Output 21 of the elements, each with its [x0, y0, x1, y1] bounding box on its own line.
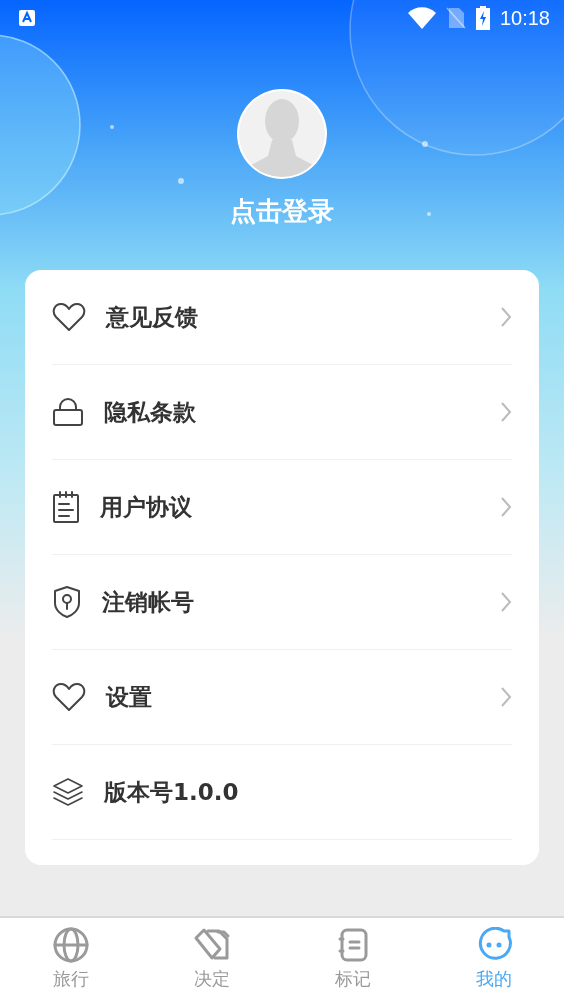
notebook-icon	[336, 927, 369, 963]
menu-item[interactable]: 意见反馈	[106, 301, 480, 333]
menu-item[interactable]: 用户协议	[100, 491, 480, 523]
shield-icon	[52, 585, 82, 619]
notepad-icon	[52, 490, 80, 524]
menu-item[interactable]: 版本号1.0.0	[104, 776, 512, 808]
menu-item[interactable]: 设置	[106, 681, 480, 713]
lock-icon	[52, 397, 84, 427]
wifi-icon	[407, 7, 436, 29]
battery-charging-icon	[475, 6, 490, 30]
app-notification-icon	[18, 9, 36, 27]
avatar[interactable]	[236, 88, 328, 180]
menu-item[interactable]: 注销帐号	[102, 586, 480, 618]
heart-icon	[52, 682, 86, 712]
menu-item[interactable]: 隐私条款	[104, 396, 480, 428]
globe-icon	[52, 927, 89, 963]
layers-icon	[52, 776, 84, 808]
cards-icon	[192, 927, 231, 963]
heart-icon	[52, 302, 86, 332]
no-sim-icon	[445, 7, 466, 29]
clock-time: 10:18	[499, 6, 550, 30]
